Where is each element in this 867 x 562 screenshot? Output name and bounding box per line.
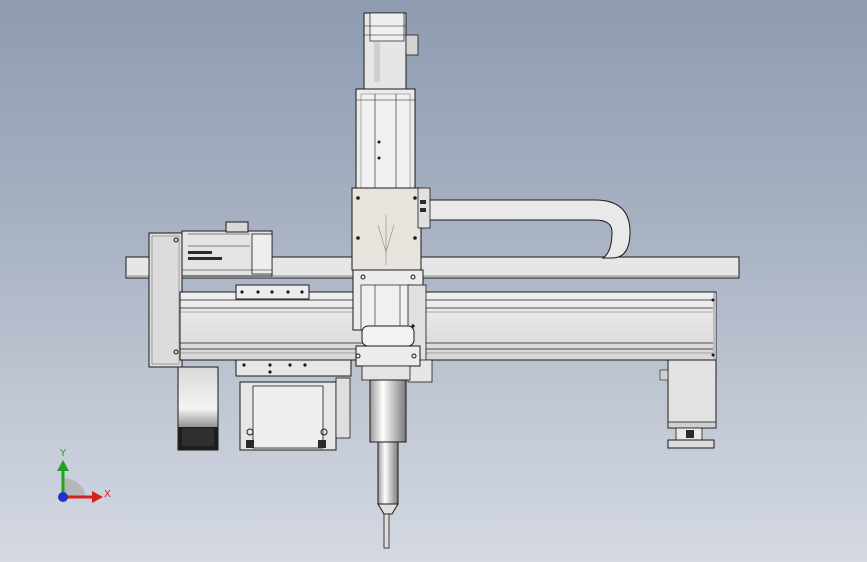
- left-end-block: [148, 232, 183, 368]
- triad-x-label: X: [104, 489, 111, 500]
- spindle: [369, 379, 407, 549]
- spindle-clamp: [355, 325, 421, 381]
- belt-pulley: [177, 366, 219, 451]
- lower-motor: [239, 377, 351, 451]
- z-axis-motor: [363, 12, 419, 90]
- x-axis-motor: [181, 221, 273, 277]
- z-carriage-plate: [351, 187, 431, 271]
- x-axis-beam: [179, 291, 717, 361]
- z-axis-column: [355, 88, 416, 190]
- right-support: [659, 359, 717, 449]
- beam-upper-plate: [235, 284, 310, 300]
- cad-viewport[interactable]: Y X: [0, 0, 867, 562]
- cable-chain: [425, 199, 631, 259]
- coordinate-triad-icon: Y X: [57, 448, 111, 503]
- triad-y-label: Y: [59, 448, 67, 459]
- beam-lower-plate: [235, 359, 352, 377]
